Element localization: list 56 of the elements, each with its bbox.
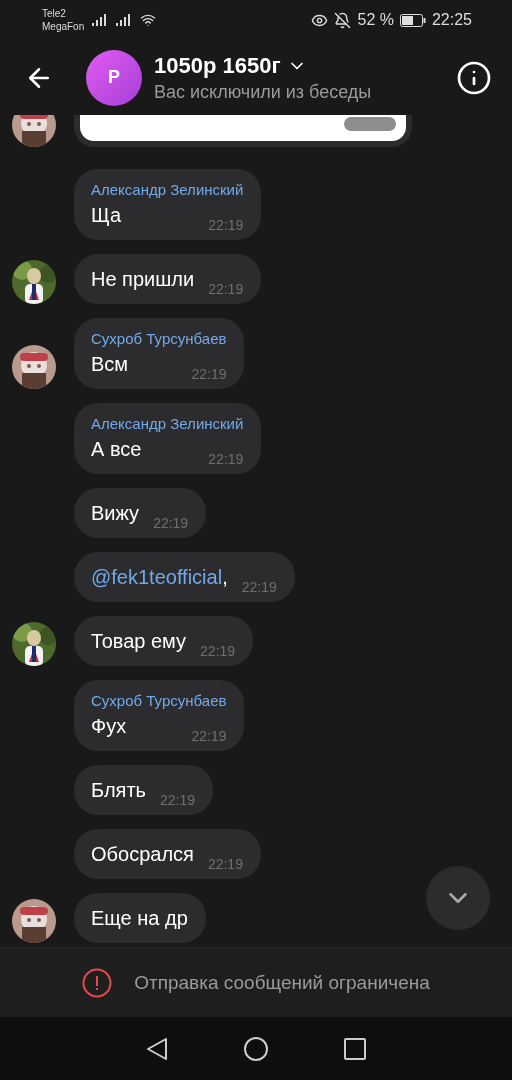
chat-avatar[interactable]: Р [86, 49, 142, 106]
message-text: Вижу [91, 501, 140, 526]
author-name[interactable]: Александр Зелинский [91, 415, 244, 432]
bell-off-icon [334, 11, 352, 29]
chat-subtitle: Вас исключили из беседы [154, 81, 372, 103]
message-bubble[interactable]: Сухроб Турсунбаев Всм 22:19 [74, 318, 245, 389]
message-time: 22:19 [200, 643, 236, 659]
message-bubble[interactable]: Не пришли 22:19 [74, 254, 262, 304]
message-bubble[interactable]: Еще на др [74, 893, 206, 943]
carrier-name: MegaFon [42, 20, 85, 33]
message-bubble[interactable]: Блять 22:19 [74, 765, 214, 815]
message-time: 22:19 [208, 451, 244, 467]
signal-icon [116, 14, 133, 26]
clock-time: 22:25 [431, 11, 472, 29]
message-time: 22:19 [208, 217, 244, 233]
back-nav-icon[interactable] [146, 1036, 168, 1061]
message-time: 22:19 [207, 856, 243, 872]
message-time: 22:19 [191, 728, 227, 744]
message-time: 22:19 [153, 515, 189, 531]
carrier-name: Tele2 [42, 7, 67, 20]
message-bubble[interactable]: Александр Зелинский Ща 22:19 [74, 169, 262, 240]
wifi-icon [140, 12, 157, 28]
message-bubble[interactable]: Обосрался 22:19 [74, 829, 261, 879]
message-text: Товар ему [91, 629, 187, 654]
message-text: А все [91, 437, 142, 462]
message-text: Ща [91, 203, 122, 228]
message-time: 22:19 [208, 281, 244, 297]
message-text: Всм [91, 352, 129, 377]
author-name[interactable]: Александр Зелинский [91, 181, 244, 198]
attachment-button[interactable] [344, 117, 396, 131]
info-button[interactable] [456, 59, 492, 96]
author-name[interactable]: Сухроб Турсунбаев [91, 330, 227, 347]
message-text: @fek1teofficial, [91, 565, 228, 590]
author-name[interactable]: Сухроб Турсунбаев [91, 692, 227, 709]
restriction-notice: Отправка сообщений ограничена [134, 971, 430, 994]
message-text: Блять [91, 778, 146, 803]
message-text: Не пришли [91, 267, 195, 292]
chat-title[interactable]: 1050р 1650г [154, 52, 281, 79]
message-bubble[interactable]: Товар ему 22:19 [74, 616, 254, 666]
message-text: Фух [91, 714, 127, 739]
message-time: 22:19 [160, 792, 196, 808]
message-text: Обосрался [91, 842, 194, 867]
battery-icon [399, 13, 426, 27]
warning-icon [82, 967, 113, 998]
battery-percent: 52 % [357, 11, 394, 29]
message-text: Еще на др [91, 906, 188, 931]
message-bubble[interactable]: Сухроб Турсунбаев Фух 22:19 [74, 680, 245, 751]
message-bubble[interactable]: Вижу 22:19 [74, 488, 207, 538]
message-bubble[interactable]: Александр Зелинский А все 22:19 [74, 403, 262, 474]
message-time: 22:19 [191, 366, 227, 382]
message-time: 22:19 [241, 579, 277, 595]
message-bubble[interactable]: @fek1teofficial, 22:19 [74, 552, 295, 602]
recents-nav-icon[interactable] [344, 1037, 366, 1060]
home-nav-icon[interactable] [244, 1036, 268, 1061]
mention-link[interactable]: @fek1teofficial [91, 566, 223, 588]
signal-icon [92, 14, 109, 26]
